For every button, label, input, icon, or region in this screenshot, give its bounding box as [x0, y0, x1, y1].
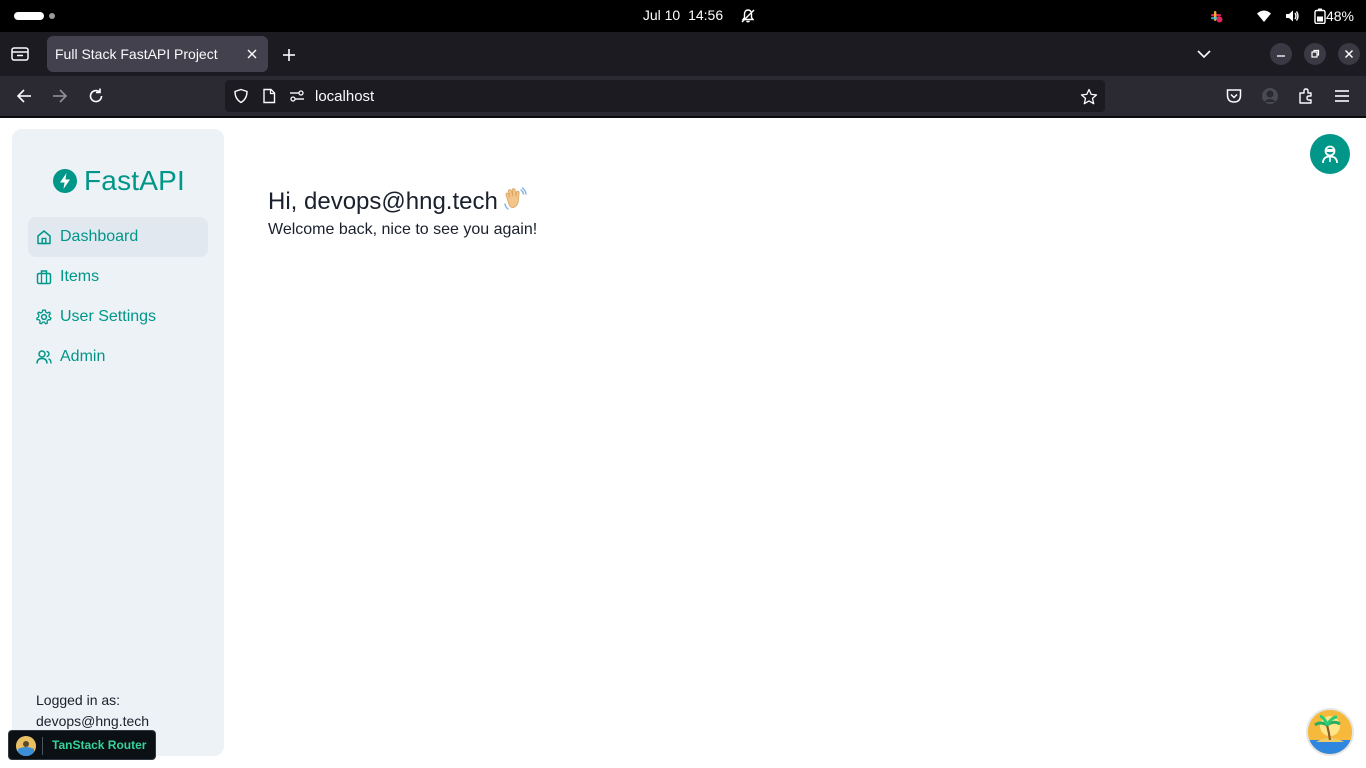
browser-tab-strip: Full Stack FastAPI Project [0, 32, 1366, 76]
url-text: localhost [315, 88, 375, 105]
minimize-window-button[interactable] [1270, 43, 1292, 65]
bookmark-star-icon[interactable] [1080, 88, 1098, 106]
new-tab-icon[interactable] [281, 47, 297, 63]
user-menu-button[interactable] [1310, 134, 1350, 174]
tanstack-router-devtools-toggle[interactable]: TanStack Router [8, 730, 156, 760]
sidebar-item-items[interactable]: Items [28, 257, 208, 297]
sidebar-item-admin[interactable]: Admin [28, 337, 208, 377]
sidebar-item-dashboard[interactable]: Dashboard [28, 217, 208, 257]
app-logo[interactable]: FastAPI [53, 165, 203, 197]
minimize-icon [1277, 55, 1285, 57]
system-tray[interactable]: 48% [1186, 0, 1366, 32]
menu-icon[interactable] [1333, 87, 1351, 105]
close-icon [1345, 50, 1353, 58]
page-icon [263, 88, 276, 104]
pocket-icon[interactable] [1225, 87, 1243, 105]
greeting-text: Hi, devops@hng.tech [268, 188, 498, 215]
activities-indicator[interactable] [14, 11, 55, 21]
fastapi-logo-icon [53, 169, 77, 193]
users-icon [36, 350, 52, 364]
clock[interactable]: Jul 10 14:56 [620, 7, 746, 23]
tanstack-logo-icon [16, 736, 36, 756]
system-top-bar: Jul 10 14:56 48% [0, 0, 1366, 32]
page-title: Hi, devops@hng.tech [268, 186, 528, 216]
browser-tab-active[interactable]: Full Stack FastAPI Project [47, 36, 268, 72]
clock-time: 14:56 [688, 7, 724, 23]
home-icon [37, 230, 51, 245]
slack-icon [1211, 11, 1223, 23]
briefcase-icon [36, 270, 52, 285]
tab-list-icon[interactable] [10, 45, 30, 63]
tab-title: Full Stack FastAPI Project [55, 46, 218, 62]
welcome-subtitle: Welcome back, nice to see you again! [268, 221, 538, 238]
waving-hand-icon [504, 187, 527, 210]
account-avatar-icon[interactable] [1261, 87, 1279, 105]
extensions-icon[interactable] [1297, 87, 1315, 105]
url-bar[interactable]: localhost [225, 80, 1105, 112]
wifi-icon [1257, 10, 1271, 22]
chevron-down-icon[interactable] [1196, 48, 1212, 60]
restore-icon [1311, 49, 1320, 58]
clock-date: Jul 10 [642, 7, 681, 23]
volume-icon [1286, 10, 1299, 22]
workspace-dot [49, 13, 55, 19]
gear-icon [36, 309, 52, 325]
close-window-button[interactable] [1338, 43, 1360, 65]
palm-tree-island-icon [1308, 710, 1352, 754]
notifications-muted-icon [741, 9, 755, 23]
sidebar-item-label: Items [60, 268, 100, 285]
sidebar-item-user-settings[interactable]: User Settings [28, 297, 208, 337]
app-viewport: FastAPI Dashboard Items User Settings Ad… [0, 118, 1366, 768]
devtools-label: TanStack Router [52, 738, 147, 752]
back-arrow-icon[interactable] [15, 87, 33, 105]
restore-window-button[interactable] [1304, 43, 1326, 65]
sidebar-item-label: Admin [60, 348, 106, 365]
logo-text: FastAPI [84, 165, 185, 196]
tanstack-devtools-floating-button[interactable] [1306, 708, 1354, 756]
sidebar-item-label: Dashboard [60, 228, 139, 245]
sidebar: FastAPI Dashboard Items User Settings Ad… [12, 129, 224, 756]
sidebar-item-label: User Settings [60, 308, 157, 325]
user-avatar-icon [1322, 145, 1338, 164]
shield-icon[interactable] [233, 88, 249, 104]
logged-in-info: Logged in as: devops@hng.tech [36, 690, 149, 732]
logged-in-email: devops@hng.tech [36, 713, 150, 729]
forward-arrow-icon[interactable] [51, 87, 69, 105]
reload-icon[interactable] [87, 87, 105, 105]
workspace-active-pill [14, 12, 44, 20]
browser-nav-bar: localhost [0, 76, 1366, 116]
logged-in-label: Logged in as: [36, 692, 121, 708]
battery-icon [1314, 8, 1326, 24]
battery-percentage: 48% [1325, 8, 1354, 24]
devtools-divider [42, 737, 43, 755]
close-tab-icon[interactable] [245, 47, 259, 61]
site-permissions-icon[interactable] [289, 88, 305, 104]
